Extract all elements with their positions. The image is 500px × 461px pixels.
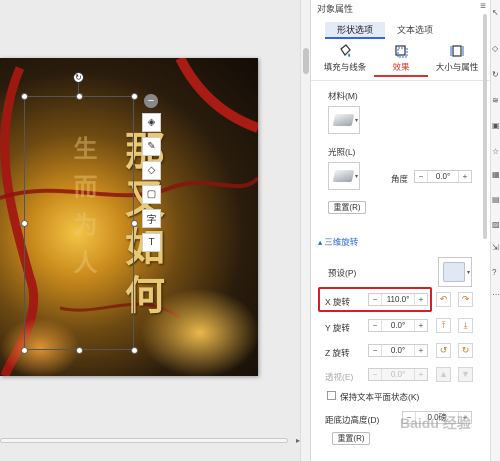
border-icon[interactable]: ▢: [142, 185, 161, 204]
floating-toolbar: − ◈ ✎ ◇ ▢ 字 T: [142, 94, 162, 257]
subtab-size-properties[interactable]: 大小与属性: [430, 44, 484, 77]
canvas-scroll-thumb[interactable]: [303, 48, 309, 74]
z-rotation-value[interactable]: 0.0°: [381, 345, 415, 356]
resize-handle-bl[interactable]: [21, 347, 28, 354]
material-label: 材料(M): [328, 91, 358, 101]
subtab-effects[interactable]: 效果: [374, 44, 428, 77]
increment-button[interactable]: +: [459, 172, 471, 181]
lighting-label: 光照(L): [328, 147, 356, 157]
panel-tabs: 形状选项 文本选项: [325, 22, 445, 39]
resize-handle-ml[interactable]: [21, 220, 28, 227]
tilt-down-icon[interactable]: ⤓: [458, 318, 473, 333]
decrement-button[interactable]: −: [369, 346, 381, 355]
size-properties-icon: [450, 45, 464, 57]
x-rotation-spinner[interactable]: − 110.0° +: [368, 293, 428, 306]
resize-handle-tl[interactable]: [21, 93, 28, 100]
tab-text-options[interactable]: 文本选项: [385, 22, 445, 39]
panel-vertical-scrollbar[interactable]: [483, 14, 488, 454]
resize-handle-tm[interactable]: [76, 93, 83, 100]
export-icon[interactable]: ⇲: [492, 243, 500, 252]
horizontal-scrollbar[interactable]: ▸: [0, 436, 300, 445]
keep-text-flat-label: 保持文本平面状态(K): [340, 392, 420, 402]
rotate-left-icon[interactable]: ↶: [436, 292, 451, 307]
lighting-dropdown[interactable]: ▾: [328, 162, 360, 190]
subtab-fill-line[interactable]: 填充与线条: [318, 44, 372, 77]
picture-icon[interactable]: ▣: [492, 121, 500, 130]
decrement-button[interactable]: −: [369, 321, 381, 330]
panel-menu-icon[interactable]: ≡: [480, 1, 486, 12]
reset-3d-button[interactable]: 重置(R): [332, 432, 370, 445]
decrement-button[interactable]: −: [415, 172, 427, 181]
collapse-icon[interactable]: −: [144, 94, 158, 108]
x-rotation-label: X 旋转: [325, 297, 351, 307]
layers-icon[interactable]: ◈: [142, 113, 161, 132]
increment-button[interactable]: +: [415, 321, 427, 330]
properties-icon[interactable]: ≋: [492, 96, 500, 105]
tilt-up-icon[interactable]: ⤒: [436, 318, 451, 333]
increment-button[interactable]: +: [415, 346, 427, 355]
perspective-value: 0.0°: [381, 369, 415, 380]
animation-icon[interactable]: ↻: [492, 70, 500, 79]
collapse-caret-icon: ▴: [318, 237, 323, 247]
resize-handle-tr[interactable]: [131, 93, 138, 100]
perspective-down-icon: ▼: [458, 367, 473, 382]
more-icon[interactable]: ⋯: [492, 290, 500, 299]
chart-icon[interactable]: ▤: [492, 195, 500, 204]
angle-value[interactable]: 0.0°: [427, 171, 459, 182]
reset-lighting-button[interactable]: 重置(R): [328, 201, 366, 214]
paint-bucket-icon: [340, 44, 351, 57]
3d-preset-dropdown[interactable]: ▾: [438, 257, 472, 287]
textbox-icon[interactable]: T: [142, 233, 161, 252]
panel-title: 对象属性: [317, 4, 354, 14]
table-icon[interactable]: ▦: [492, 170, 500, 179]
tab-shape-options[interactable]: 形状选项: [325, 22, 385, 39]
text-icon[interactable]: 字: [142, 209, 161, 228]
panel-subtabs: 填充与线条 效果 大小与属性: [317, 44, 485, 77]
rotate-ccw-icon[interactable]: ↺: [436, 343, 451, 358]
angle-label: 角度: [391, 174, 409, 184]
dropdown-arrow-icon: ▾: [354, 118, 358, 124]
resize-handle-br[interactable]: [131, 347, 138, 354]
perspective-spinner: − 0.0° +: [368, 368, 428, 381]
perspective-up-icon: ▲: [436, 367, 451, 382]
shape-icon[interactable]: ◇: [492, 44, 500, 53]
eraser-icon[interactable]: ◇: [142, 161, 161, 180]
rotate-handle-icon[interactable]: ↻: [73, 72, 84, 83]
section-3d-rotation[interactable]: ▴ 三维旋转: [318, 236, 358, 248]
image-icon[interactable]: ▨: [492, 220, 500, 229]
help-icon[interactable]: ?: [492, 268, 500, 277]
preset-label: 预设(P): [328, 268, 357, 278]
decrement-button[interactable]: −: [369, 295, 381, 304]
perspective-label: 透视(E): [325, 372, 354, 382]
z-rotation-label: Z 旋转: [325, 348, 350, 358]
rotate-cw-icon[interactable]: ↻: [458, 343, 473, 358]
effects-icon: [395, 45, 408, 58]
y-rotation-label: Y 旋转: [325, 323, 350, 333]
z-rotation-spinner[interactable]: − 0.0° +: [368, 344, 428, 357]
watermark: Baidu 经验: [400, 415, 471, 431]
dropdown-arrow-icon: ▾: [354, 174, 358, 180]
y-rotation-spinner[interactable]: − 0.0° +: [368, 319, 428, 332]
select-icon[interactable]: ↖: [492, 8, 500, 17]
increment-button[interactable]: +: [415, 295, 427, 304]
slide-canvas: 生而为人 那又如何 ↻ − ◈ ✎ ◇ ▢ 字 T ▸: [0, 0, 300, 461]
pen-icon[interactable]: ✎: [142, 137, 161, 156]
star-icon[interactable]: ☆: [492, 147, 500, 156]
distance-label: 距底边高度(D): [325, 415, 380, 425]
keep-text-flat-checkbox[interactable]: [327, 391, 336, 400]
text-selection-box[interactable]: [21, 93, 138, 354]
x-rotation-value[interactable]: 110.0°: [381, 294, 415, 305]
angle-spinner[interactable]: − 0.0° +: [414, 170, 472, 183]
material-dropdown[interactable]: ▾: [328, 106, 360, 134]
canvas-vertical-scrollbar[interactable]: [300, 0, 310, 461]
rotate-right-icon[interactable]: ↷: [458, 292, 473, 307]
side-toolbar: ↖ ◇ ↻ ≋ ▣ ☆ ▦ ▤ ▨ ⇲ ? ⋯: [490, 0, 500, 461]
resize-handle-mr[interactable]: [131, 220, 138, 227]
y-rotation-value[interactable]: 0.0°: [381, 320, 415, 331]
dropdown-arrow-icon: ▾: [466, 270, 470, 276]
panel-scroll-thumb[interactable]: [483, 14, 487, 239]
resize-handle-bm[interactable]: [76, 347, 83, 354]
